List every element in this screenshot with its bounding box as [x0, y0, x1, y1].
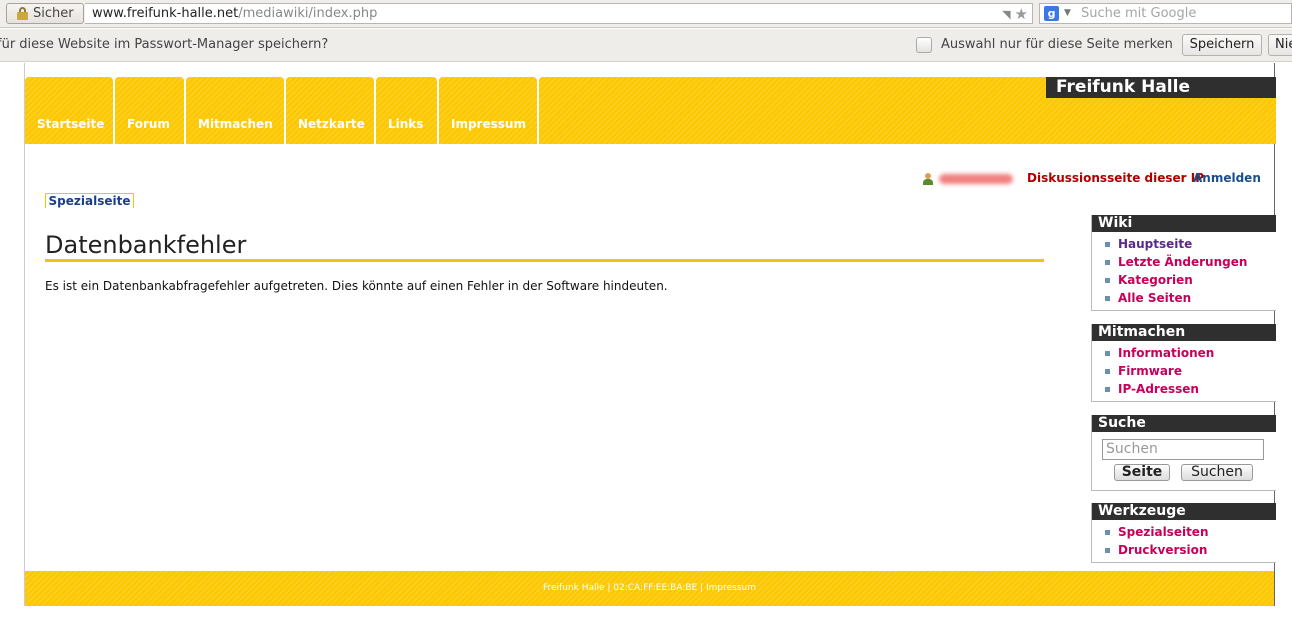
- bullet-icon: [1105, 351, 1110, 356]
- bullet-icon: [1105, 530, 1110, 535]
- sidebar-link-druckversion[interactable]: Druckversion: [1105, 541, 1276, 559]
- web-page: Startseite Forum Mitmachen Netzkarte Lin…: [0, 63, 1292, 620]
- sidebar-link-hauptseite[interactable]: Hauptseite: [1105, 235, 1276, 253]
- title-divider: [45, 259, 1044, 262]
- sidebar-link-label: Letzte Änderungen: [1118, 255, 1248, 269]
- sidebar-link-kategorien[interactable]: Kategorien: [1105, 271, 1276, 289]
- bullet-icon: [1105, 296, 1110, 301]
- sidebar-box-suche: Suche Suchen Seite Suchen: [1091, 415, 1276, 491]
- header-banner: Freifunk Halle: [539, 77, 1276, 144]
- nav-tab-forum[interactable]: Forum: [115, 77, 184, 144]
- remember-site-label[interactable]: Auswahl nur für diese Seite merken: [941, 37, 1173, 52]
- sidebar-heading: Mitmachen: [1092, 324, 1276, 341]
- sidebar-heading: Suche: [1092, 415, 1276, 432]
- nav-label: Mitmachen: [198, 117, 273, 131]
- bullet-icon: [1105, 260, 1110, 265]
- sidebar-link-recent-changes[interactable]: Letzte Änderungen: [1105, 253, 1276, 271]
- nav-label: Links: [388, 117, 424, 131]
- sidebar-heading: Werkzeuge: [1092, 503, 1276, 520]
- page-title: Datenbankfehler: [45, 231, 247, 259]
- address-bar[interactable]: www.freifunk-halle.net/mediawiki/index.p…: [85, 3, 1033, 24]
- rss-icon[interactable]: ◥: [1002, 5, 1010, 24]
- lock-icon: [17, 7, 28, 20]
- nav-tab-impressum[interactable]: Impressum: [439, 77, 537, 144]
- sidebar-link-label: Spezialseiten: [1118, 525, 1209, 539]
- go-button[interactable]: Seite: [1114, 464, 1170, 481]
- ip-discussion-link[interactable]: Diskussionsseite dieser IP: [1027, 171, 1204, 187]
- google-icon[interactable]: g: [1044, 6, 1059, 21]
- bookmark-star-icon[interactable]: ★: [1015, 6, 1028, 22]
- error-message: Es ist ein Datenbankabfragefehler aufget…: [45, 279, 668, 293]
- secure-label: Sicher: [33, 6, 74, 21]
- nav-label: Impressum: [451, 117, 526, 131]
- sidebar-link-label: IP-Adressen: [1118, 382, 1199, 396]
- sidebar-link-label: Informationen: [1118, 346, 1215, 360]
- redacted-ip-address[interactable]: [939, 174, 1013, 184]
- site-security-indicator[interactable]: Sicher: [6, 3, 84, 24]
- never-save-button[interactable]: Nie: [1268, 34, 1292, 56]
- sidebar-link-label: Firmware: [1118, 364, 1182, 378]
- sidebar-link-label: Hauptseite: [1118, 237, 1193, 251]
- sidebar-link-label: Druckversion: [1118, 543, 1208, 557]
- sidebar-box-werkzeuge: Werkzeuge Spezialseiten Druckversion: [1091, 503, 1276, 563]
- bullet-icon: [1105, 242, 1110, 247]
- nav-label: Netzkarte: [298, 117, 365, 131]
- url-path: /mediawiki/index.php: [238, 6, 378, 21]
- sidebar-link-ip-adressen[interactable]: IP-Adressen: [1105, 380, 1276, 398]
- bullet-icon: [1105, 278, 1110, 283]
- nav-tab-mitmachen[interactable]: Mitmachen: [186, 77, 284, 144]
- footer-text: Freifunk Halle | 02:CA:FF:EE:BA:BE | Imp…: [542, 583, 757, 593]
- browser-toolbar: Sicher www.freifunk-halle.net/mediawiki/…: [0, 0, 1292, 28]
- wiki-search-input[interactable]: Suchen: [1102, 439, 1264, 460]
- bullet-icon: [1105, 548, 1110, 553]
- sidebar-link-label: Alle Seiten: [1118, 291, 1192, 305]
- bullet-icon: [1105, 369, 1110, 374]
- sidebar-link-informationen[interactable]: Informationen: [1105, 344, 1276, 362]
- sidebar-heading: Wiki: [1092, 215, 1276, 232]
- password-manager-bar: für diese Website im Passwort-Manager sp…: [0, 29, 1292, 62]
- url-host: www.freifunk-halle.net: [92, 6, 239, 21]
- nav-tab-netzkarte[interactable]: Netzkarte: [286, 77, 374, 144]
- page-frame: Startseite Forum Mitmachen Netzkarte Lin…: [24, 63, 1276, 606]
- nav-label: Forum: [127, 117, 170, 131]
- save-password-button[interactable]: Speichern: [1182, 34, 1262, 56]
- search-engine-caret-icon[interactable]: ▼: [1064, 4, 1071, 23]
- sidebar-box-wiki: Wiki Hauptseite Letzte Änderungen Katego…: [1091, 215, 1276, 311]
- password-prompt: für diese Website im Passwort-Manager sp…: [0, 37, 329, 52]
- remember-site-checkbox[interactable]: [916, 37, 932, 53]
- sidebar-link-label: Kategorien: [1118, 273, 1193, 287]
- sidebar-link-spezialseiten[interactable]: Spezialseiten: [1105, 523, 1276, 541]
- nav-tab-startseite[interactable]: Startseite: [25, 77, 113, 144]
- site-brand[interactable]: Freifunk Halle: [1046, 77, 1276, 98]
- sidebar-box-mitmachen: Mitmachen Informationen Firmware IP-Adre…: [1091, 324, 1276, 402]
- search-button[interactable]: Suchen: [1181, 464, 1253, 481]
- browser-search-placeholder: Suche mit Google: [1081, 6, 1197, 21]
- user-icon: [922, 173, 933, 185]
- sidebar-link-firmware[interactable]: Firmware: [1105, 362, 1276, 380]
- login-link[interactable]: Anmelden: [1193, 171, 1261, 187]
- nav-tab-links[interactable]: Links: [376, 77, 437, 144]
- sidebar-link-alle-seiten[interactable]: Alle Seiten: [1105, 289, 1276, 307]
- browser-search-box[interactable]: g ▼ Suche mit Google: [1039, 3, 1292, 24]
- nav-label: Startseite: [37, 117, 105, 131]
- page-footer: Freifunk Halle | 02:CA:FF:EE:BA:BE | Imp…: [25, 571, 1274, 606]
- tab-special-page[interactable]: Spezialseite: [45, 193, 134, 208]
- bullet-icon: [1105, 387, 1110, 392]
